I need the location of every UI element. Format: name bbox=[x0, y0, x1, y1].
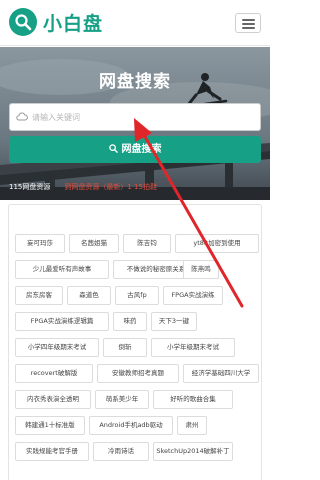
hamburger-icon bbox=[242, 19, 255, 21]
tag-item[interactable]: 倒斩 bbox=[103, 338, 147, 357]
tag-item[interactable]: SketchUp2014破解补丁 bbox=[153, 442, 233, 461]
tag-item[interactable]: 内衣秀表演全透明 bbox=[15, 390, 91, 409]
tag-item[interactable]: FPGA实战演练逻辑篇 bbox=[15, 312, 109, 331]
search-icon bbox=[108, 144, 118, 153]
tag-item[interactable]: 实践规能考官手册 bbox=[15, 442, 89, 461]
menu-button[interactable] bbox=[235, 13, 261, 33]
tag-item[interactable]: 肃州 bbox=[177, 416, 207, 435]
tag-item[interactable]: 名茜姐猫 bbox=[69, 234, 119, 253]
brand-name[interactable]: 小白盘 bbox=[43, 9, 103, 36]
cloud-icon bbox=[16, 112, 28, 121]
tag-item[interactable]: yt88加密到使用 bbox=[175, 234, 259, 253]
stats-highlight-text[interactable]: 到网盘资源（最新）1 15拍鞋 bbox=[64, 183, 157, 191]
search-icon bbox=[15, 14, 32, 31]
tag-item[interactable]: Android手机adb驱动 bbox=[89, 416, 173, 435]
hero-title: 网盘搜索 bbox=[99, 72, 171, 92]
tag-item[interactable]: 安徽教师招考真题 bbox=[97, 364, 179, 383]
tag-item[interactable]: FPGA实战演练 bbox=[163, 286, 223, 305]
tag-item[interactable]: 味药 bbox=[113, 312, 147, 331]
tag-item[interactable]: 冷雨诗话 bbox=[93, 442, 149, 461]
resource-stats: 115网盘资源 到网盘资源（最新）1 15拍鞋 bbox=[9, 182, 157, 192]
stats-left-text: 115网盘资源 bbox=[9, 183, 51, 191]
tag-item[interactable]: 陈吉钧 bbox=[123, 234, 171, 253]
tag-item[interactable]: 少儿最爱听有声故事 bbox=[15, 260, 109, 279]
search-button-label: 网盘搜索 bbox=[121, 144, 162, 155]
tag-item[interactable]: 森道色 bbox=[67, 286, 111, 305]
tag-item[interactable]: 萌系美少年 bbox=[95, 390, 149, 409]
tag-item[interactable]: 陈燕鸣 bbox=[183, 260, 219, 279]
top-bar: 小白盘 bbox=[0, 0, 270, 46]
tag-item[interactable]: 小学四年级期末考试 bbox=[15, 338, 99, 357]
search-button[interactable]: 网盘搜索 bbox=[9, 136, 261, 163]
tag-item[interactable]: recovert破解版 bbox=[15, 364, 93, 383]
tag-item[interactable]: 古风fp bbox=[115, 286, 159, 305]
tag-item[interactable]: 房东房客 bbox=[15, 286, 63, 305]
hot-tags-panel: 妄可玛莎 名茜姐猫 陈吉钧 yt88加密到使用 少儿最爱听有声故事 不做说的秘密原关系 陈燕… bbox=[8, 204, 262, 480]
tag-item[interactable]: 经济学基础四川大学 bbox=[183, 364, 259, 383]
logo[interactable] bbox=[9, 8, 37, 36]
search-input[interactable] bbox=[32, 108, 252, 127]
search-field-container[interactable] bbox=[9, 103, 261, 131]
tag-item[interactable]: 妄可玛莎 bbox=[15, 234, 65, 253]
hero-banner: 网盘搜索 网盘搜索 115网盘资源 到网盘资源（最新）1 15拍鞋 bbox=[0, 47, 270, 200]
tag-item[interactable]: 小学年级期末考试 bbox=[151, 338, 235, 357]
tag-item[interactable]: 好听的歌曲合集 bbox=[153, 390, 233, 409]
tag-item[interactable]: 天下3一键 bbox=[151, 312, 197, 331]
tag-item[interactable]: 韩建通1十标准版 bbox=[15, 416, 85, 435]
